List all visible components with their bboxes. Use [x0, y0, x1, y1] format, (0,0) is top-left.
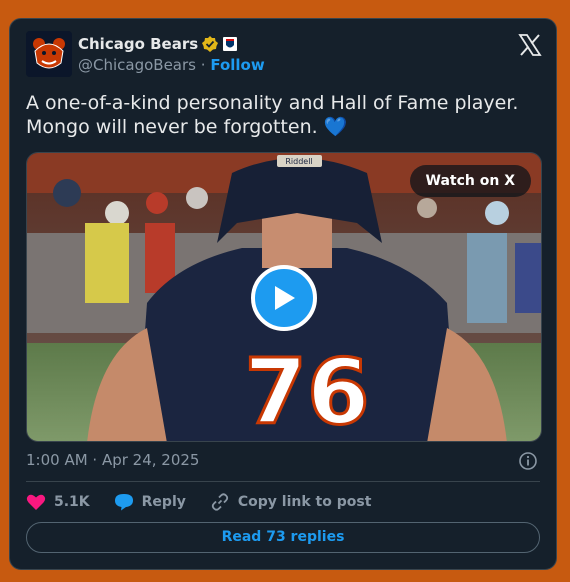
nfl-badge-icon	[223, 37, 238, 51]
tweet-text: A one-of-a-kind personality and Hall of …	[26, 92, 519, 138]
copy-link-label: Copy link to post	[237, 494, 372, 510]
reply-bubble-icon	[114, 494, 133, 511]
handle-row: @ChicagoBears · Follow	[78, 56, 265, 74]
account-name-row: Chicago Bears	[78, 35, 238, 53]
like-button[interactable]: 5.1K	[26, 493, 90, 511]
tweet-header: Chicago Bears @ChicagoBears · Follow	[26, 31, 542, 79]
read-replies-button[interactable]: Read 73 replies	[26, 522, 540, 553]
account-handle[interactable]: @ChicagoBears	[78, 56, 196, 74]
avatar[interactable]	[26, 31, 72, 77]
like-count: 5.1K	[54, 494, 90, 510]
account-name[interactable]: Chicago Bears	[78, 35, 198, 53]
copy-link-button[interactable]: Copy link to post	[210, 492, 372, 512]
play-button[interactable]	[251, 265, 317, 331]
reply-label: Reply	[141, 494, 186, 510]
heart-icon	[26, 494, 46, 510]
bears-logo-icon	[26, 31, 72, 77]
info-icon[interactable]	[518, 451, 538, 471]
timestamp[interactable]: 1:00 AM · Apr 24, 2025	[26, 451, 199, 469]
tweet-meta: 1:00 AM · Apr 24, 2025	[26, 451, 540, 471]
helmet-brand-text: Riddell	[285, 157, 312, 166]
x-logo-icon[interactable]	[518, 33, 542, 57]
tweet-card: Chicago Bears @ChicagoBears · Follow A o…	[9, 18, 557, 570]
reply-button[interactable]: Reply	[114, 493, 186, 511]
play-icon	[275, 286, 295, 310]
action-bar: 5.1K Reply Copy link to post	[26, 491, 540, 513]
link-icon	[211, 493, 229, 511]
separator: ·	[200, 56, 206, 74]
watch-on-x-button[interactable]: Watch on X	[409, 165, 531, 197]
divider	[26, 481, 540, 482]
follow-button[interactable]: Follow	[210, 56, 264, 74]
verified-badge-icon	[202, 36, 219, 52]
video-thumbnail[interactable]: Riddell 76 Watch on X	[26, 152, 542, 442]
jersey-number-text: 76	[244, 340, 369, 442]
